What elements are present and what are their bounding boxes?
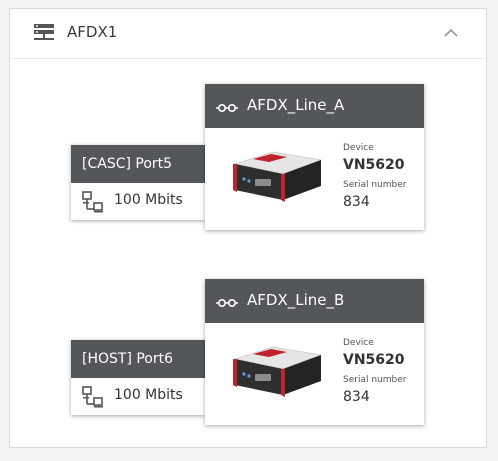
device-label: Device [343, 338, 374, 348]
link-icon [216, 294, 238, 313]
port-speed: 100 Mbits [114, 387, 183, 403]
serial-number: 834 [343, 389, 370, 405]
network-icon [82, 386, 104, 412]
chevron-up-icon[interactable] [440, 25, 462, 41]
device-model: VN5620 [343, 352, 405, 368]
line-card[interactable]: AFDX_Line_B Device VN5620 Serial number … [205, 279, 424, 425]
port-body: 100 Mbits [71, 183, 205, 220]
link-icon [216, 99, 238, 118]
vn5620-device-image [227, 341, 325, 405]
server-icon [34, 24, 54, 46]
port-card[interactable]: [CASC] Port5 100 Mbits [71, 145, 205, 220]
line-card[interactable]: AFDX_Line_A Device VN5620 Serial number … [205, 84, 424, 230]
port-speed: 100 Mbits [114, 192, 183, 208]
device-label: Device [343, 143, 374, 153]
vn5620-device-image [227, 146, 325, 210]
device-model: VN5620 [343, 157, 405, 173]
line-title: AFDX_Line_A [247, 96, 345, 114]
network-icon [82, 191, 104, 217]
serial-label: Serial number [343, 375, 407, 385]
panel-title: AFDX1 [67, 23, 118, 41]
port-body: 100 Mbits [71, 378, 205, 415]
line-header: AFDX_Line_B [205, 279, 424, 323]
port-name: [HOST] Port6 [71, 340, 205, 378]
line-header: AFDX_Line_A [205, 84, 424, 128]
serial-number: 834 [343, 194, 370, 210]
port-name: [CASC] Port5 [71, 145, 205, 183]
port-card[interactable]: [HOST] Port6 100 Mbits [71, 340, 205, 415]
serial-label: Serial number [343, 180, 407, 190]
panel-header[interactable]: AFDX1 [10, 9, 486, 59]
line-title: AFDX_Line_B [247, 291, 345, 309]
